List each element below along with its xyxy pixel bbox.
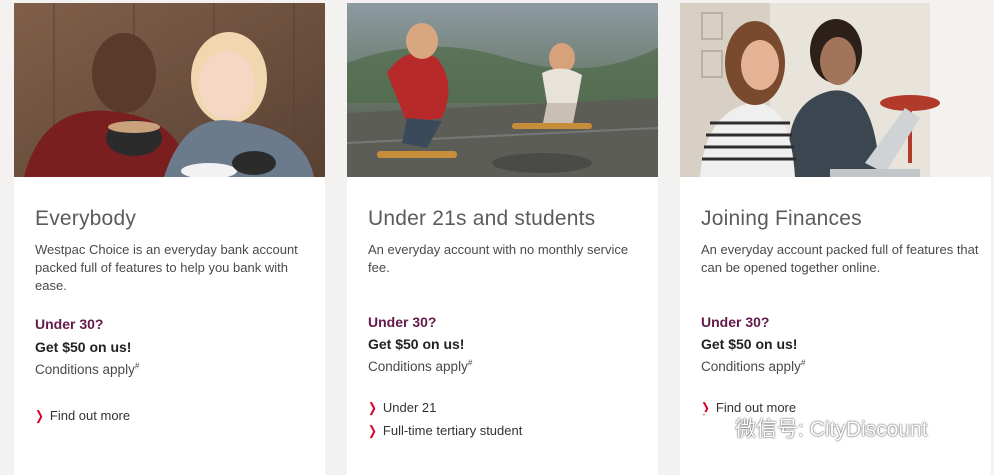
card-description: An everyday account packed full of featu…	[701, 242, 979, 275]
conditions-text: Conditions apply#	[368, 359, 472, 374]
promo-offer: Get $50 on us!	[701, 336, 798, 352]
card-title: Joining Finances	[701, 207, 862, 230]
card-description: Westpac Choice is an everyday bank accou…	[35, 242, 298, 293]
account-card-everybody: Everybody Westpac Choice is an everyday …	[14, 3, 325, 475]
promo-offer: Get $50 on us!	[368, 336, 465, 352]
account-card-students: Under 21s and students An everyday accou…	[347, 3, 658, 475]
conditions-footnote-mark[interactable]: #	[468, 359, 472, 368]
card-photo-couple-laptop	[680, 3, 991, 177]
chevron-right-icon: ❯	[368, 400, 377, 415]
link-label: Find out more	[49, 408, 131, 423]
wechat-watermark: 微信号: CityDiscount	[685, 411, 928, 445]
watermark-text: 微信号: CityDiscount	[735, 418, 928, 441]
conditions-label: Conditions apply	[35, 362, 135, 377]
conditions-footnote-mark[interactable]: #	[801, 359, 805, 368]
promo-offer: Get $50 on us!	[35, 339, 132, 355]
promo-question: Under 30?	[35, 316, 104, 332]
card-photo-friends-coffee	[14, 3, 325, 177]
link-label: Full-time tertiary student	[382, 423, 523, 438]
conditions-footnote-mark[interactable]: #	[135, 362, 139, 371]
card-title: Everybody	[35, 207, 137, 230]
full-time-tertiary-student-link[interactable]: ❯ Full-time tertiary student	[367, 423, 522, 439]
link-label: Under 21	[382, 400, 437, 415]
card-photo-skateboarders	[347, 3, 658, 177]
chevron-right-icon: ❯	[368, 423, 377, 438]
card-description: An everyday account with no monthly serv…	[368, 242, 629, 275]
account-card-joining-finances: Joining Finances An everyday account pac…	[680, 3, 991, 475]
find-out-more-link[interactable]: ❯ Find out more	[34, 408, 130, 424]
wechat-icon	[685, 411, 728, 444]
card-title: Under 21s and students	[368, 207, 596, 230]
conditions-text: Conditions apply#	[701, 359, 805, 374]
promo-question: Under 30?	[701, 314, 770, 330]
under-21-link[interactable]: ❯ Under 21	[367, 400, 436, 416]
conditions-label: Conditions apply	[368, 359, 468, 374]
chevron-right-icon: ❯	[35, 408, 44, 423]
conditions-label: Conditions apply	[701, 359, 801, 374]
promo-question: Under 30?	[368, 314, 437, 330]
conditions-text: Conditions apply#	[35, 362, 139, 377]
